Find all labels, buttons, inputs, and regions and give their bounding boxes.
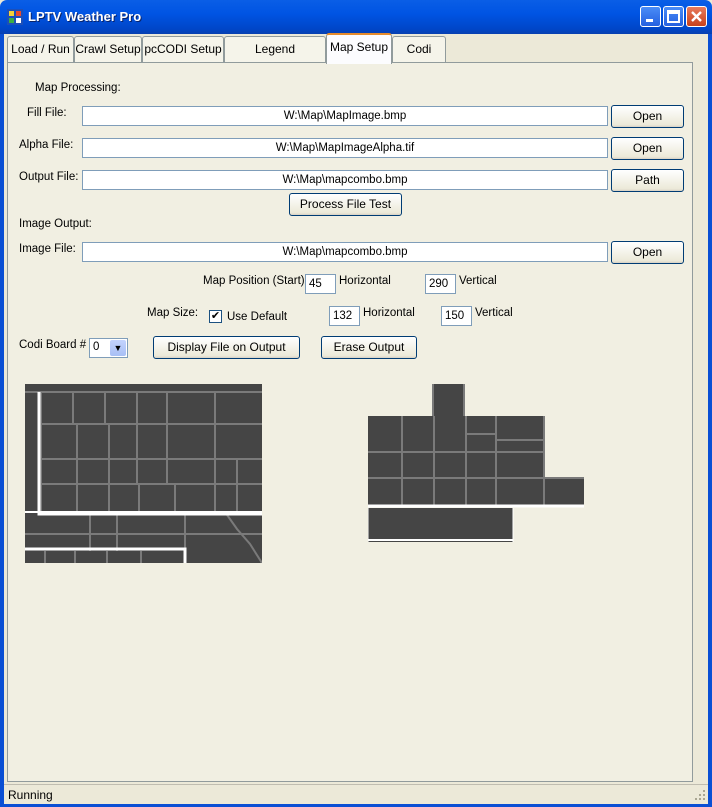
output-file-field[interactable]: W:\Map\mapcombo.bmp: [82, 170, 608, 190]
tab-load-run[interactable]: Load / Run: [7, 36, 74, 62]
close-button[interactable]: [686, 6, 707, 27]
codi-board-value: 0: [93, 341, 100, 353]
minimize-button[interactable]: [640, 6, 661, 27]
fill-map-preview: [25, 384, 262, 563]
image-file-open-button[interactable]: Open: [611, 241, 684, 264]
alpha-file-open-button[interactable]: Open: [611, 137, 684, 160]
checkmark-icon: ✔: [210, 310, 221, 322]
close-icon: [691, 11, 702, 22]
fill-file-field[interactable]: W:\Map\MapImage.bmp: [82, 106, 608, 126]
codi-board-select[interactable]: 0 ▼: [89, 338, 128, 358]
alpha-file-label: Alpha File:: [19, 139, 74, 151]
use-default-checkbox[interactable]: ✔: [209, 310, 222, 323]
maximize-button[interactable]: [663, 6, 684, 27]
map-position-vertical-input[interactable]: 290: [425, 274, 456, 294]
codi-board-label: Codi Board #: [19, 339, 87, 351]
use-default-label: Use Default: [227, 311, 288, 323]
process-file-test-button[interactable]: Process File Test: [289, 193, 402, 216]
window-border-right: [708, 34, 712, 807]
alpha-file-field[interactable]: W:\Map\MapImageAlpha.tif: [82, 138, 608, 158]
tab-pccodi-setup[interactable]: pcCODI Setup: [142, 36, 224, 62]
image-file-label: Image File:: [19, 243, 76, 255]
map-position-horizontal-label: Horizontal: [339, 275, 391, 287]
app-icon: [7, 9, 23, 25]
map-size-label: Map Size:: [147, 307, 199, 319]
image-output-heading: Image Output:: [19, 218, 92, 230]
alpha-map-preview: [368, 384, 584, 542]
output-path-button[interactable]: Path: [611, 169, 684, 192]
window-title: LPTV Weather Pro: [28, 9, 142, 24]
map-position-vertical-label: Vertical: [459, 275, 497, 287]
maximize-icon: [667, 10, 680, 23]
map-processing-heading: Map Processing:: [35, 82, 121, 94]
status-text: Running: [8, 788, 53, 802]
map-size-horizontal-input[interactable]: 132: [329, 306, 360, 326]
erase-output-button[interactable]: Erase Output: [321, 336, 417, 359]
chevron-down-icon[interactable]: ▼: [110, 340, 126, 356]
map-size-vertical-label: Vertical: [475, 307, 513, 319]
fill-file-open-button[interactable]: Open: [611, 105, 684, 128]
tab-legend-processing[interactable]: Legend Processing: [224, 36, 326, 80]
map-size-vertical-input[interactable]: 150: [441, 306, 472, 326]
map-size-horizontal-label: Horizontal: [363, 307, 415, 319]
tab-map-setup[interactable]: Map Setup: [326, 33, 392, 64]
resize-grip-icon[interactable]: [694, 789, 706, 801]
status-bar: Running: [4, 784, 708, 804]
minimize-icon: [646, 19, 653, 22]
tab-crawl-setup[interactable]: Crawl Setup: [74, 36, 142, 62]
title-bar[interactable]: LPTV Weather Pro: [0, 0, 712, 34]
image-file-field[interactable]: W:\Map\mapcombo.bmp: [82, 242, 608, 262]
window-border-left: [0, 34, 4, 807]
display-file-button[interactable]: Display File on Output: [153, 336, 300, 359]
fill-file-label: Fill File:: [27, 107, 67, 119]
map-position-horizontal-input[interactable]: 45: [305, 274, 336, 294]
tab-codi-eas[interactable]: Codi EAS: [392, 36, 446, 80]
output-file-label: Output File:: [19, 171, 79, 183]
map-position-label: Map Position (Start): [203, 275, 305, 287]
